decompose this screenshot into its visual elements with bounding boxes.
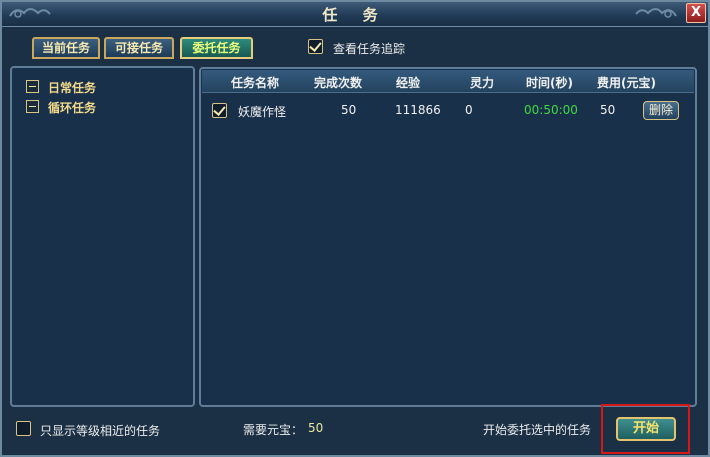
column-header-spirit: 灵力 — [470, 76, 495, 90]
start-hint-label: 开始委托选中的任务 — [483, 423, 592, 437]
filter-level-checkbox[interactable] — [16, 421, 31, 436]
tab-delegate-tasks[interactable]: 委托任务 — [180, 37, 253, 59]
cell-spirit: 0 — [465, 103, 473, 117]
column-header-name: 任务名称 — [231, 76, 280, 90]
column-header-time: 时间(秒) — [526, 76, 573, 90]
cell-count: 50 — [341, 103, 357, 117]
close-button[interactable]: X — [686, 3, 706, 23]
cell-time: 00:50:00 — [524, 103, 578, 117]
column-header-exp: 经验 — [396, 76, 421, 90]
collapse-icon[interactable] — [26, 100, 39, 113]
title-bar[interactable]: 任 务 X — [2, 2, 708, 27]
task-category-tree — [10, 66, 195, 407]
cell-cost: 50 — [600, 103, 616, 117]
cell-task-name: 妖魔作怪 — [238, 105, 287, 119]
track-tasks-checkbox[interactable] — [308, 39, 323, 54]
track-tasks-label: 查看任务追踪 — [333, 42, 406, 56]
filter-level-label: 只显示等级相近的任务 — [40, 424, 161, 438]
table-header: 任务名称 完成次数 经验 灵力 时间(秒) 费用(元宝) — [202, 70, 694, 93]
tree-item-label: 日常任务 — [48, 81, 97, 95]
checkmark-icon — [213, 103, 226, 116]
required-ingot-label: 需要元宝： — [243, 423, 304, 437]
column-header-count: 完成次数 — [314, 76, 363, 90]
collapse-icon[interactable] — [26, 80, 39, 93]
highlight-box — [601, 404, 690, 454]
tab-available-tasks[interactable]: 可接任务 — [104, 37, 174, 59]
cell-exp: 111866 — [395, 103, 441, 117]
row-select-checkbox[interactable] — [212, 103, 227, 118]
tree-item-label: 循环任务 — [48, 101, 97, 115]
cloud-ornament-icon — [635, 8, 677, 18]
checkmark-icon — [309, 39, 322, 52]
delete-button[interactable]: 删除 — [643, 101, 679, 120]
required-ingot-value: 50 — [308, 421, 324, 435]
tab-current-tasks[interactable]: 当前任务 — [32, 37, 100, 59]
column-header-cost: 费用(元宝) — [597, 76, 656, 90]
